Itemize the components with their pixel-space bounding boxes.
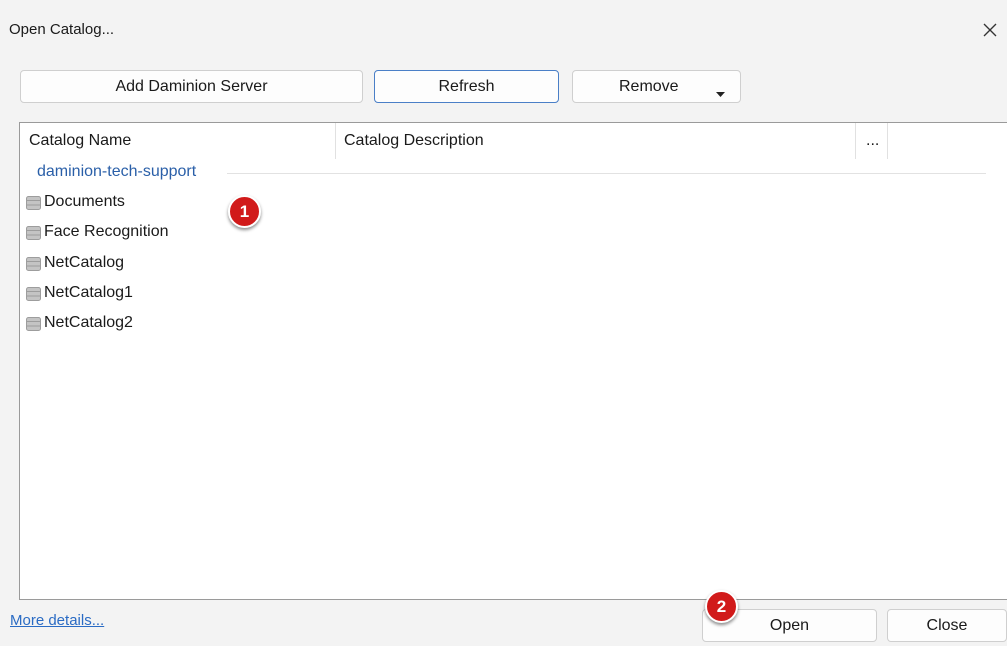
database-icon (26, 316, 41, 332)
remove-button-label: Remove (619, 78, 679, 95)
list-item[interactable]: NetCatalog2 (20, 310, 620, 338)
group-divider (227, 173, 986, 174)
column-header-catalog-name[interactable]: Catalog Name (20, 123, 336, 159)
catalog-name: Documents (44, 193, 125, 210)
add-daminion-server-button[interactable]: Add Daminion Server (20, 70, 363, 103)
title-bar: Open Catalog... (0, 0, 1007, 62)
database-icon (26, 256, 41, 272)
catalog-list[interactable]: Catalog Name Catalog Description ... dam… (19, 122, 1007, 600)
remove-button[interactable]: Remove (572, 70, 741, 103)
catalog-name: NetCatalog2 (44, 314, 133, 331)
column-header-catalog-description[interactable]: Catalog Description (336, 123, 856, 159)
list-header: Catalog Name Catalog Description ... (20, 123, 1007, 159)
more-details-link[interactable]: More details... (10, 612, 104, 629)
column-header-more[interactable]: ... (856, 123, 888, 159)
close-button[interactable]: Close (887, 609, 1007, 642)
catalog-name: NetCatalog (44, 254, 125, 271)
list-item[interactable]: NetCatalog (20, 250, 620, 278)
refresh-button[interactable]: Refresh (374, 70, 559, 103)
close-icon[interactable] (980, 20, 1000, 40)
list-item[interactable]: Documents (20, 189, 620, 217)
database-icon (26, 286, 41, 302)
catalog-name: NetCatalog1 (44, 284, 133, 301)
list-item[interactable]: Face Recognition (20, 219, 620, 247)
database-icon (26, 195, 41, 211)
window-title: Open Catalog... (9, 21, 115, 38)
group-header: daminion-tech-support (20, 159, 1007, 185)
callout-badge-1: 1 (228, 195, 261, 228)
catalog-name: Face Recognition (44, 223, 169, 240)
callout-badge-2: 2 (705, 590, 738, 623)
caret-down-icon (716, 85, 725, 103)
group-label: daminion-tech-support (37, 163, 197, 180)
list-item[interactable]: NetCatalog1 (20, 280, 620, 308)
database-icon (26, 225, 41, 241)
